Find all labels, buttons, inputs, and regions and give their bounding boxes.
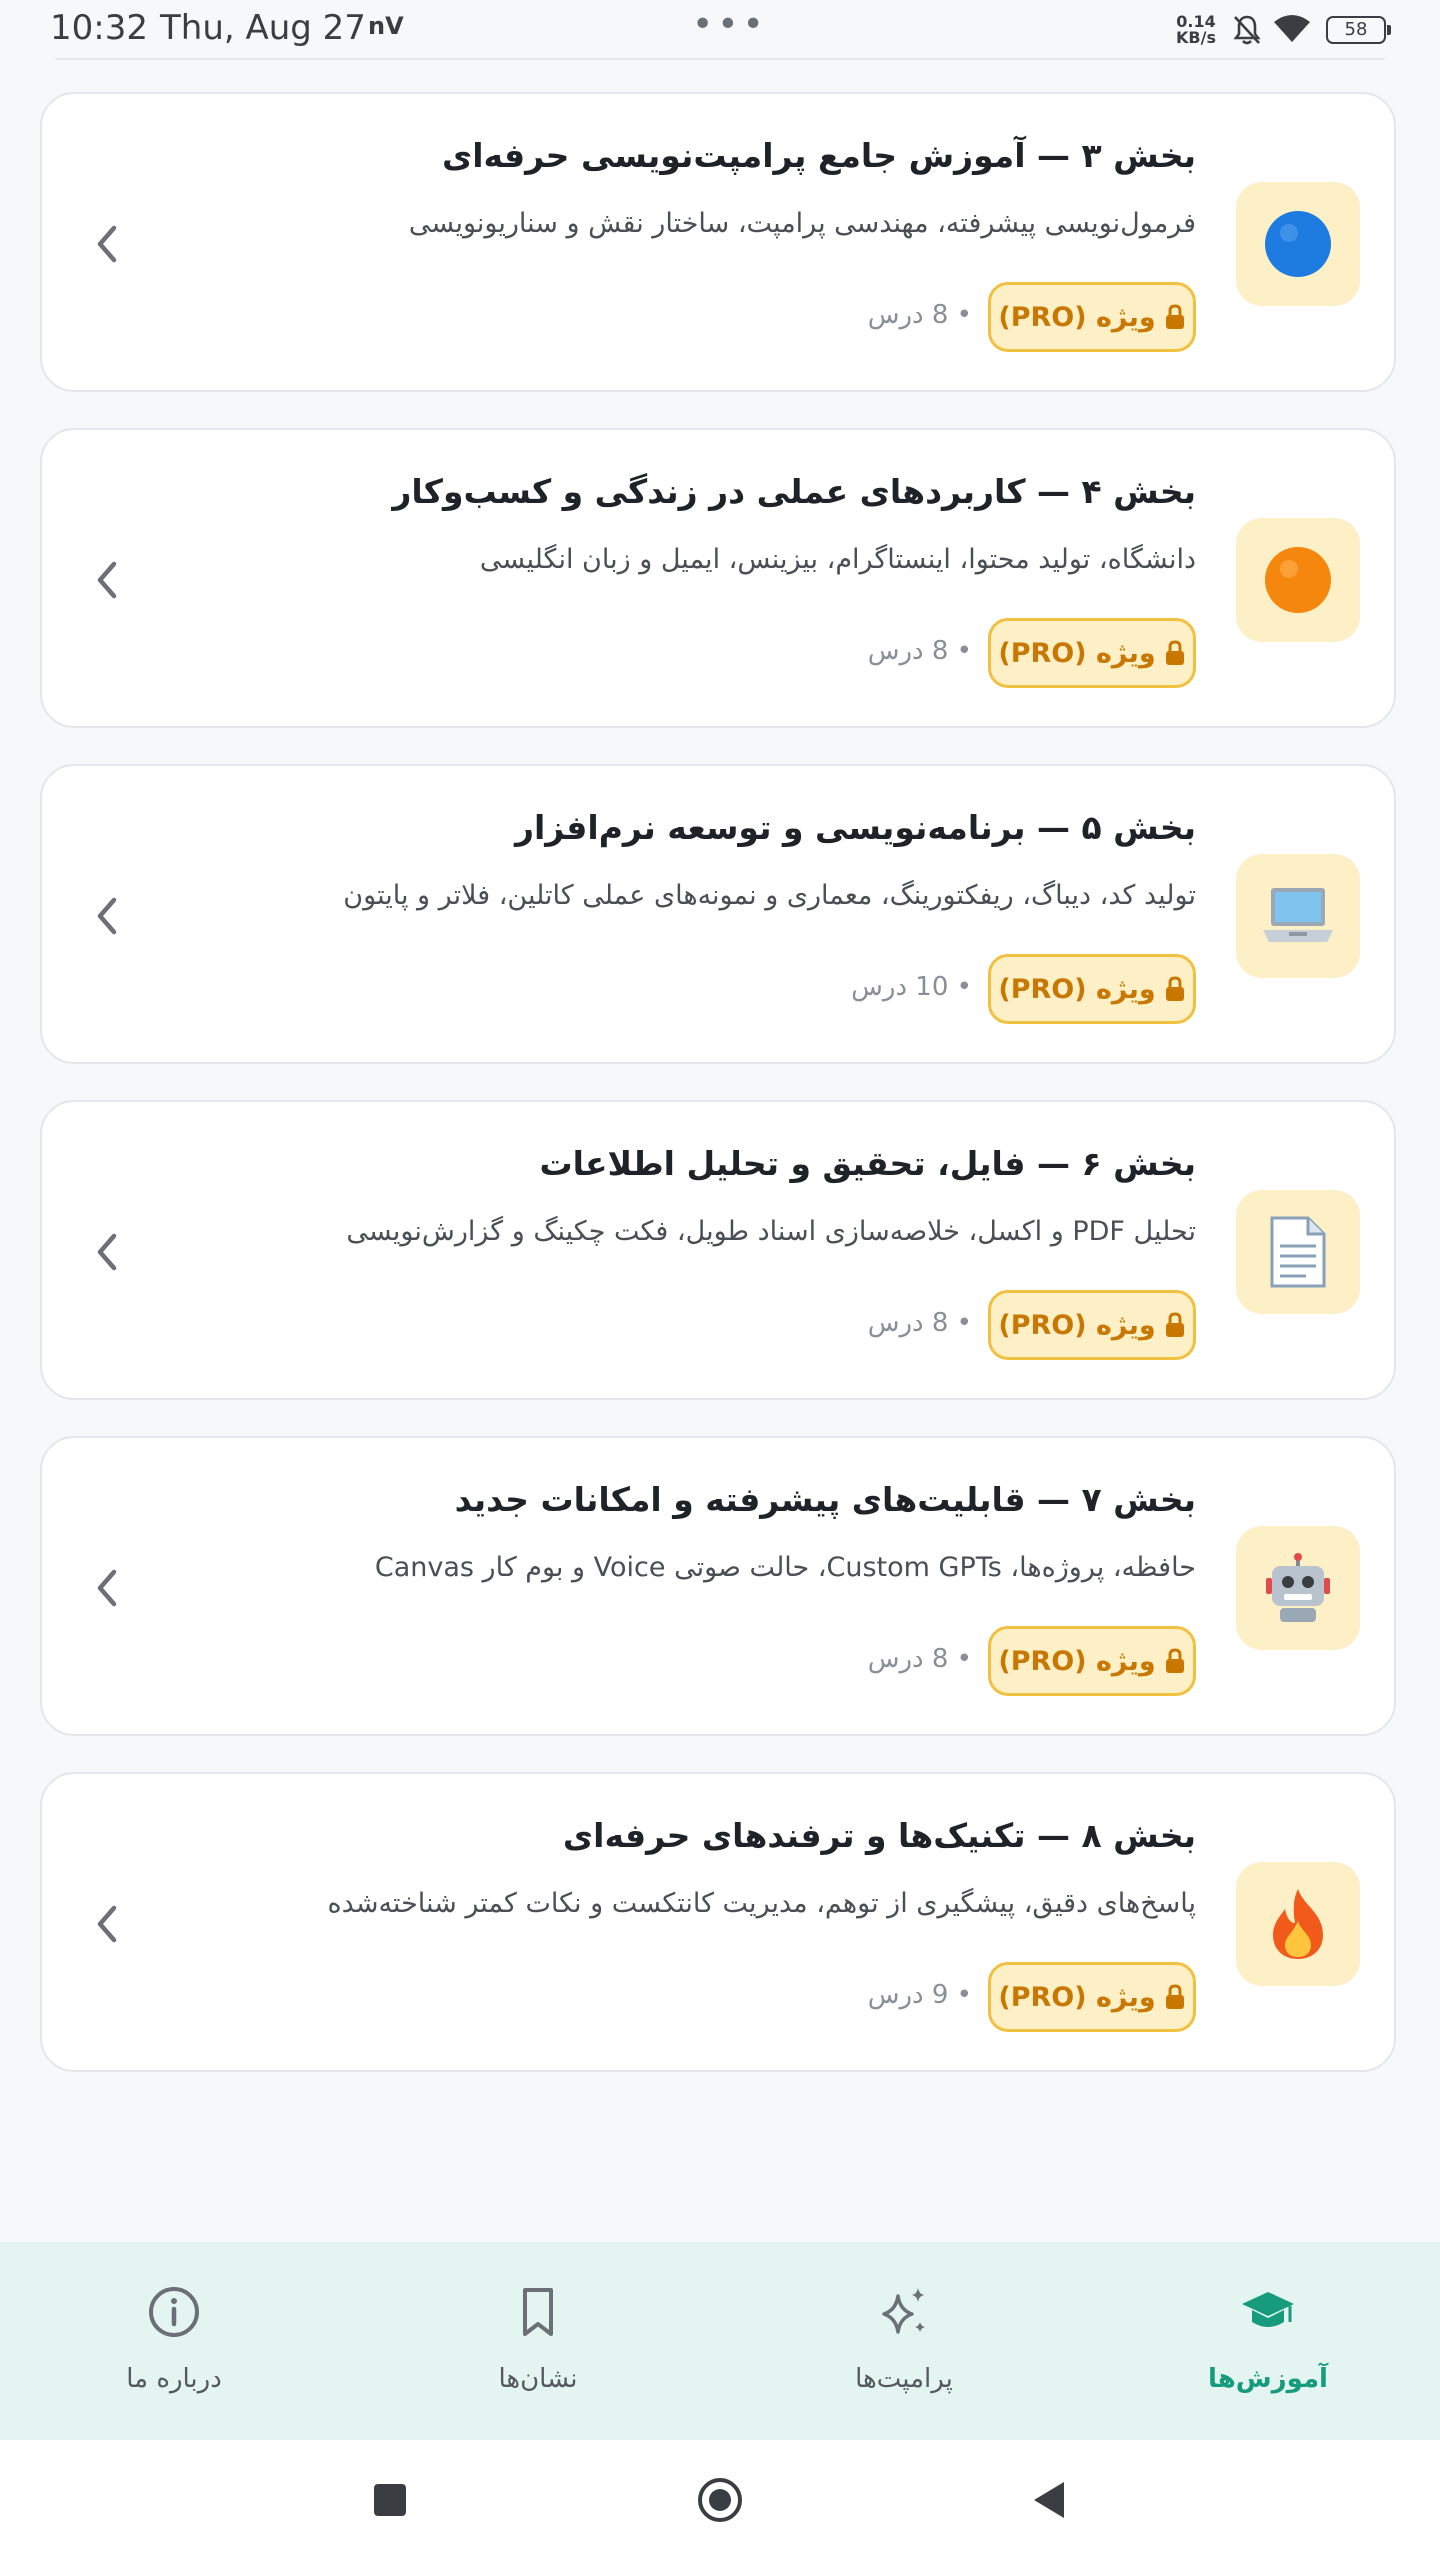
section-icon-box [1236,1526,1360,1650]
bell-muted-icon [1233,15,1261,45]
section-icon-box [1236,518,1360,642]
status-time: 10:32 [50,8,148,48]
network-speed-unit: KB/s [1176,28,1216,47]
lesson-count-value: 8 درس [867,300,949,330]
chevron-left-icon [97,897,117,935]
robot-icon [1266,1553,1330,1622]
blue-circle-icon [1265,211,1331,277]
bottom-navigation: درباره ما نشان‌ها پرامپت‌ها آموزش‌ها [0,2242,1440,2440]
nav-label: درباره ما [126,2364,222,2394]
pro-badge-label: ویژه (PRO) [998,1981,1156,2013]
fire-icon [1273,1889,1323,1959]
lesson-count: • 8 درس [867,300,972,330]
laptop-icon [1263,888,1333,942]
recents-square-icon[interactable] [366,2476,414,2524]
section-card[interactable]: بخش ۸ — تکنیک‌ها و ترفندهای حرفه‌ای پاسخ… [40,1772,1396,2072]
section-description: حافظه، پروژه‌ها، Custom GPTs، حالت صوتی … [374,1552,1196,1583]
nav-item-bookmarks[interactable]: نشان‌ها [428,2242,648,2440]
section-card[interactable]: بخش ۴ — کاربردهای عملی در زندگی و کسب‌وک… [40,428,1396,728]
more-dots-icon: ••• [692,4,768,45]
section-card[interactable]: بخش ۶ — فایل، تحقیق و تحلیل اطلاعات تحلی… [40,1100,1396,1400]
chevron-left-icon [97,225,117,263]
pro-badge: ویژه (PRO) [988,282,1196,352]
section-card[interactable]: بخش ۵ — برنامه‌نویسی و توسعه نرم‌افزار ت… [40,764,1396,1064]
lock-icon [1165,640,1184,665]
lesson-count-value: 9 درس [867,1980,949,2010]
pro-badge-label: ویژه (PRO) [998,1309,1156,1341]
chevron-left-icon [97,561,117,599]
section-description: تولید کد، دیباگ، ریفکتورینگ، معماری و نم… [343,880,1196,911]
pro-badge-label: ویژه (PRO) [998,301,1156,333]
lock-icon [1165,1984,1184,2009]
chevron-left-icon [97,1569,117,1607]
graduation-cap-icon [1242,2292,1294,2327]
chevron-left-icon [97,1905,117,1943]
orange-circle-icon [1265,547,1331,613]
status-bar: 10:32 Thu, Aug 27 nV ••• 0.14 KB/s 58 [0,0,1440,60]
section-description: دانشگاه، تولید محتوا، اینستاگرام، بیزینس… [479,544,1196,575]
status-divider [55,58,1385,60]
section-card[interactable]: بخش ۳ — آموزش جامع پرامپت‌نویسی حرفه‌ای … [40,92,1396,392]
status-date: Thu, Aug 27 [160,8,366,48]
info-icon [149,2287,199,2337]
lock-icon [1165,304,1184,329]
bookmark-icon [523,2288,553,2336]
section-title: بخش ۴ — کاربردهای عملی در زندگی و کسب‌وک… [392,472,1196,511]
section-title: بخش ۷ — قابلیت‌های پیشرفته و امکانات جدی… [454,1480,1196,1519]
lesson-count: • 9 درس [867,1980,972,2010]
lesson-count-value: 8 درس [867,1308,949,1338]
section-title: بخش ۸ — تکنیک‌ها و ترفندهای حرفه‌ای [562,1816,1196,1855]
back-triangle-icon[interactable] [1026,2476,1074,2524]
sparkles-icon [882,2288,925,2334]
lesson-count: • 8 درس [867,1644,972,1674]
nav-label: نشان‌ها [498,2364,578,2394]
nav-label: پرامپت‌ها [855,2364,953,2394]
lock-icon [1165,1312,1184,1337]
nav-label: آموزش‌ها [1208,2364,1328,2394]
lock-icon [1165,976,1184,1001]
section-card[interactable]: بخش ۷ — قابلیت‌های پیشرفته و امکانات جدی… [40,1436,1396,1736]
lesson-count: • 8 درس [867,1308,972,1338]
network-speed: 0.14 KB/s [1176,14,1216,46]
pro-badge-label: ویژه (PRO) [998,973,1156,1005]
battery-indicator: 58 [1326,16,1391,44]
pro-badge: ویژه (PRO) [988,954,1196,1024]
document-icon [1270,1216,1326,1288]
lesson-count-value: 8 درس [867,1644,949,1674]
section-title: بخش ۵ — برنامه‌نویسی و توسعه نرم‌افزار [514,808,1196,847]
nav-item-prompts[interactable]: پرامپت‌ها [794,2242,1014,2440]
pro-badge: ویژه (PRO) [988,1290,1196,1360]
section-title: بخش ۶ — فایل، تحقیق و تحلیل اطلاعات [539,1144,1196,1183]
section-description: تحلیل PDF و اکسل، خلاصه‌سازی اسناد طویل،… [346,1216,1196,1247]
section-description: پاسخ‌های دقیق، پیشگیری از توهم، مدیریت ک… [327,1888,1196,1919]
lesson-count-value: 10 درس [851,972,949,1002]
section-title: بخش ۳ — آموزش جامع پرامپت‌نویسی حرفه‌ای [441,136,1196,175]
wifi-icon [1274,15,1310,42]
section-icon-box [1236,854,1360,978]
section-icon-box [1236,1190,1360,1314]
pro-badge: ویژه (PRO) [988,1962,1196,2032]
lesson-count-value: 8 درس [867,636,949,666]
home-circle-icon[interactable] [696,2476,744,2524]
system-nav-bar [0,2440,1440,2560]
section-description: فرمول‌نویسی پیشرفته، مهندسی پرامپت، ساخت… [408,208,1196,239]
pro-badge-label: ویژه (PRO) [998,637,1156,669]
carrier-icon: nV [368,12,404,40]
nav-item-about[interactable]: درباره ما [64,2242,284,2440]
section-icon-box [1236,182,1360,306]
nav-item-tutorials[interactable]: آموزش‌ها [1158,2242,1378,2440]
pro-badge-label: ویژه (PRO) [998,1645,1156,1677]
lock-icon [1165,1648,1184,1673]
lesson-count: • 10 درس [851,972,972,1002]
chevron-left-icon [97,1233,117,1271]
pro-badge: ویژه (PRO) [988,618,1196,688]
lesson-count: • 8 درس [867,636,972,666]
pro-badge: ویژه (PRO) [988,1626,1196,1696]
section-icon-box [1236,1862,1360,1986]
